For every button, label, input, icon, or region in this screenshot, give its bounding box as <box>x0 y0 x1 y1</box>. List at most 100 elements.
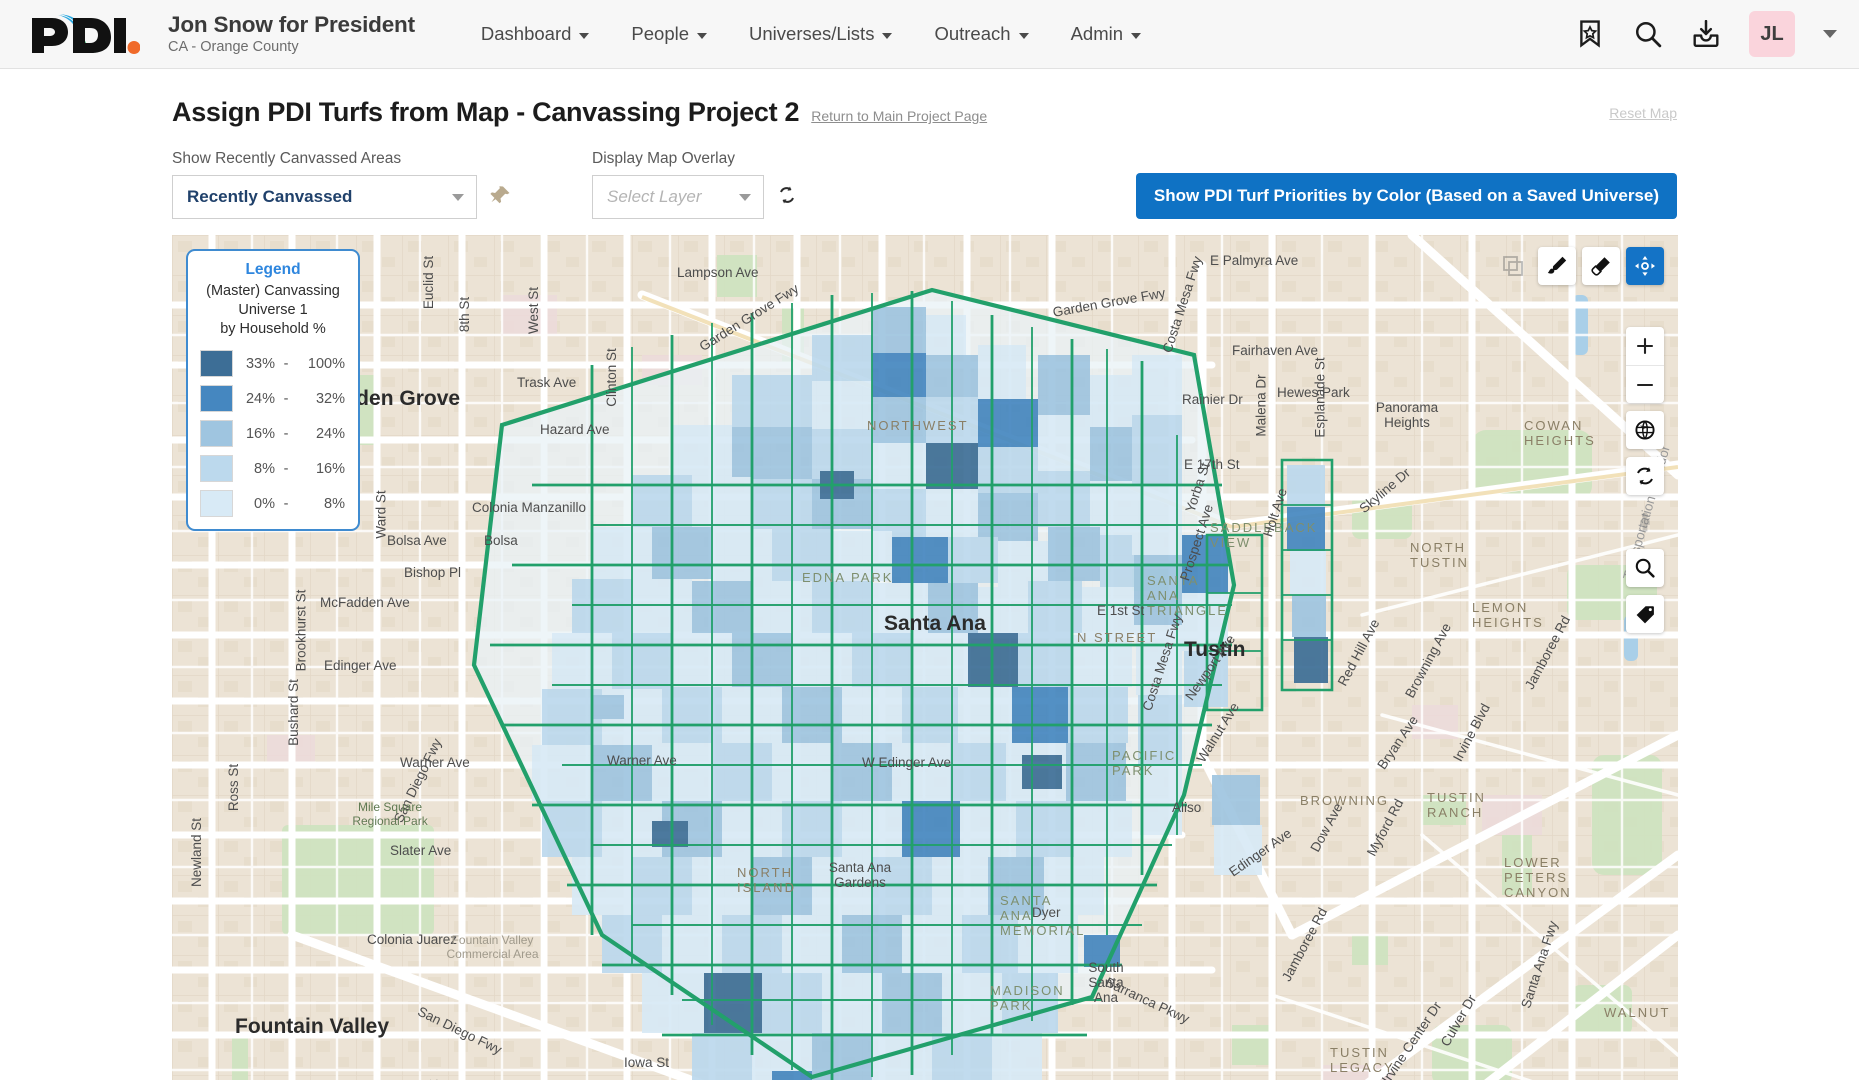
recently-canvassed-select[interactable]: Recently Canvassed <box>172 175 477 219</box>
map-overlay-placeholder: Select Layer <box>607 187 702 206</box>
nav-item-outreach[interactable]: Outreach <box>934 23 1029 45</box>
rotate-refresh-icon[interactable] <box>1626 457 1664 495</box>
legend-title: Legend <box>245 261 301 278</box>
zoom-out-icon[interactable] <box>1626 365 1664 403</box>
legend-row: 24% - 32% <box>196 385 351 413</box>
legend-rows: 33% - 100% 24% - 32% 16% - 24% 8% - 16% … <box>196 350 351 518</box>
paintbrush-icon[interactable] <box>1538 247 1576 285</box>
street-view-pegman-icon[interactable] <box>1626 503 1664 541</box>
account-chevron-down-icon[interactable] <box>1823 30 1837 38</box>
legend-swatch <box>200 490 233 518</box>
legend-row: 16% - 24% <box>196 420 351 448</box>
nav-label: Outreach <box>934 23 1011 44</box>
legend-dash: - <box>283 390 289 407</box>
legend-swatch <box>200 420 233 448</box>
recently-canvassed-value: Recently Canvassed <box>187 187 353 206</box>
pdi-logo[interactable] <box>28 11 140 57</box>
legend-swatch <box>200 350 233 378</box>
legend-subtitle-line2: Universe 1 <box>238 302 308 319</box>
legend-range: 0% - 8% <box>233 496 351 512</box>
campaign-title: Jon Snow for President <box>168 12 415 38</box>
legend-low: 16% <box>245 425 275 442</box>
legend-row: 8% - 16% <box>196 455 351 483</box>
map-controls: Show Recently Canvassed Areas Recently C… <box>0 128 1859 219</box>
download-inbox-icon[interactable] <box>1691 19 1721 49</box>
legend-swatch <box>200 455 233 483</box>
map-tool-bar <box>1494 247 1664 285</box>
legend-range: 16% - 24% <box>233 426 351 442</box>
legend-range: 8% - 16% <box>233 461 351 477</box>
bookmark-star-icon[interactable] <box>1575 19 1605 49</box>
map-canvas[interactable] <box>172 235 1678 1080</box>
legend-low: 24% <box>245 390 275 407</box>
chevron-down-icon <box>739 193 751 201</box>
map-side-controls <box>1626 327 1664 633</box>
chevron-down-icon <box>882 32 893 39</box>
avatar[interactable]: JL <box>1749 11 1795 57</box>
pan-move-icon[interactable] <box>1626 247 1664 285</box>
main-nav: Dashboard People Universes/Lists Outreac… <box>481 23 1142 45</box>
return-to-main-project-link[interactable]: Return to Main Project Page <box>811 108 987 124</box>
map-overlay-group: Display Map Overlay Select Layer <box>592 150 797 219</box>
header-actions: JL <box>1575 11 1837 57</box>
globe-icon[interactable] <box>1626 411 1664 449</box>
show-turf-priorities-button[interactable]: Show PDI Turf Priorities by Color (Based… <box>1135 173 1677 219</box>
legend-dash: - <box>283 425 289 442</box>
legend-high: 8% <box>324 495 345 512</box>
chevron-down-icon <box>1018 32 1029 39</box>
search-icon[interactable] <box>1633 19 1663 49</box>
nav-item-dashboard[interactable]: Dashboard <box>481 23 590 45</box>
legend-range: 33% - 100% <box>233 356 351 372</box>
legend-subtitle-line3: by Household % <box>220 321 326 338</box>
map-overlay-row: Select Layer <box>592 175 797 219</box>
legend-dash: - <box>283 495 289 512</box>
nav-label: Admin <box>1070 23 1124 44</box>
legend-range: 24% - 32% <box>233 391 351 407</box>
recently-canvassed-group: Show Recently Canvassed Areas Recently C… <box>172 150 512 219</box>
chevron-down-icon <box>579 32 590 39</box>
campaign-info: Jon Snow for President CA - Orange Count… <box>168 13 415 55</box>
turf-map[interactable]: Garden Grove Santa Ana Tustin Fountain V… <box>172 235 1678 1080</box>
legend-high: 32% <box>315 390 345 407</box>
legend-swatch <box>200 385 233 413</box>
legend-high: 16% <box>315 460 345 477</box>
legend-low: 0% <box>254 495 275 512</box>
layers-copy-icon[interactable] <box>1494 247 1532 285</box>
legend-high: 100% <box>307 355 345 372</box>
zoom-in-icon[interactable] <box>1626 327 1664 365</box>
title-row: Assign PDI Turfs from Map - Canvassing P… <box>0 69 1859 128</box>
reset-map-link[interactable]: Reset Map <box>1609 105 1677 121</box>
nav-item-people[interactable]: People <box>631 23 708 45</box>
legend-low: 33% <box>245 355 275 372</box>
nav-label: People <box>631 23 690 44</box>
map-legend: Legend (Master) Canvassing Universe 1 by… <box>186 249 360 532</box>
legend-dash: - <box>283 460 289 477</box>
recently-canvassed-label: Show Recently Canvassed Areas <box>172 150 402 167</box>
tag-icon[interactable] <box>1626 595 1664 633</box>
nav-item-admin[interactable]: Admin <box>1070 23 1142 45</box>
app-header: Jon Snow for President CA - Orange Count… <box>0 0 1859 69</box>
page-body: Assign PDI Turfs from Map - Canvassing P… <box>0 69 1859 1080</box>
refresh-icon[interactable] <box>777 185 797 210</box>
legend-row: 33% - 100% <box>196 350 351 378</box>
chevron-down-icon <box>452 193 464 201</box>
zoom-controls <box>1626 327 1664 403</box>
legend-subtitle-line1: (Master) Canvassing <box>206 283 340 299</box>
map-search-icon[interactable] <box>1626 549 1664 587</box>
nav-item-universes-lists[interactable]: Universes/Lists <box>749 23 893 45</box>
chevron-down-icon <box>697 32 708 39</box>
legend-row: 0% - 8% <box>196 490 351 518</box>
campaign-subtitle: CA - Orange County <box>168 38 299 55</box>
legend-dash: - <box>283 355 289 372</box>
legend-low: 8% <box>254 460 275 477</box>
page-title: Assign PDI Turfs from Map - Canvassing P… <box>172 97 800 127</box>
legend-high: 24% <box>315 425 345 442</box>
map-overlay-select[interactable]: Select Layer <box>592 175 764 219</box>
nav-label: Dashboard <box>480 23 572 44</box>
recently-canvassed-row: Recently Canvassed <box>172 175 512 219</box>
nav-label: Universes/Lists <box>749 23 875 44</box>
pin-icon[interactable] <box>490 184 512 211</box>
chevron-down-icon <box>1131 32 1142 39</box>
eraser-icon[interactable] <box>1582 247 1620 285</box>
map-overlay-label: Display Map Overlay <box>592 150 735 167</box>
